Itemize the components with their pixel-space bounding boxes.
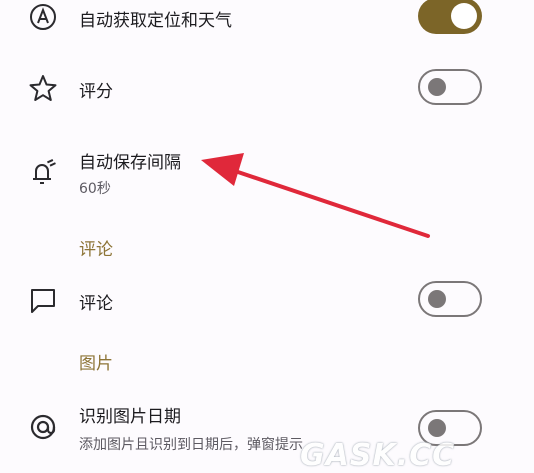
watermark: GASK.CC <box>300 438 456 473</box>
comment-icon <box>28 285 58 315</box>
toggle-thumb <box>428 290 446 308</box>
at-icon <box>28 412 58 442</box>
setting-label: 评分 <box>79 82 113 102</box>
setting-value: 60秒 <box>79 181 111 197</box>
setting-label: 自动保存间隔 <box>79 153 181 173</box>
setting-description: 添加图片且识别到日期后，弹窗提示 <box>79 437 303 453</box>
section-header-comments: 评论 <box>79 240 113 260</box>
auto-a-icon <box>28 2 58 32</box>
toggle-thumb <box>428 419 446 437</box>
setting-label: 自动获取定位和天气 <box>79 11 232 31</box>
toggle-thumb <box>451 3 477 29</box>
toggle-thumb <box>428 78 446 96</box>
setting-rating[interactable]: 评分 <box>0 60 534 116</box>
setting-label: 评论 <box>79 294 113 314</box>
setting-label: 识别图片日期 <box>79 407 181 427</box>
section-header-images: 图片 <box>79 354 113 374</box>
comments-toggle[interactable] <box>418 281 482 317</box>
rating-toggle[interactable] <box>418 69 482 105</box>
auto-location-toggle[interactable] <box>418 0 482 34</box>
star-icon <box>28 73 58 103</box>
setting-comments[interactable]: 评论 <box>0 272 534 328</box>
setting-auto-location[interactable]: 自动获取定位和天气 <box>0 0 534 40</box>
setting-autosave-interval[interactable]: 自动保存间隔 60秒 <box>0 140 534 200</box>
alarm-edit-icon <box>28 157 58 187</box>
